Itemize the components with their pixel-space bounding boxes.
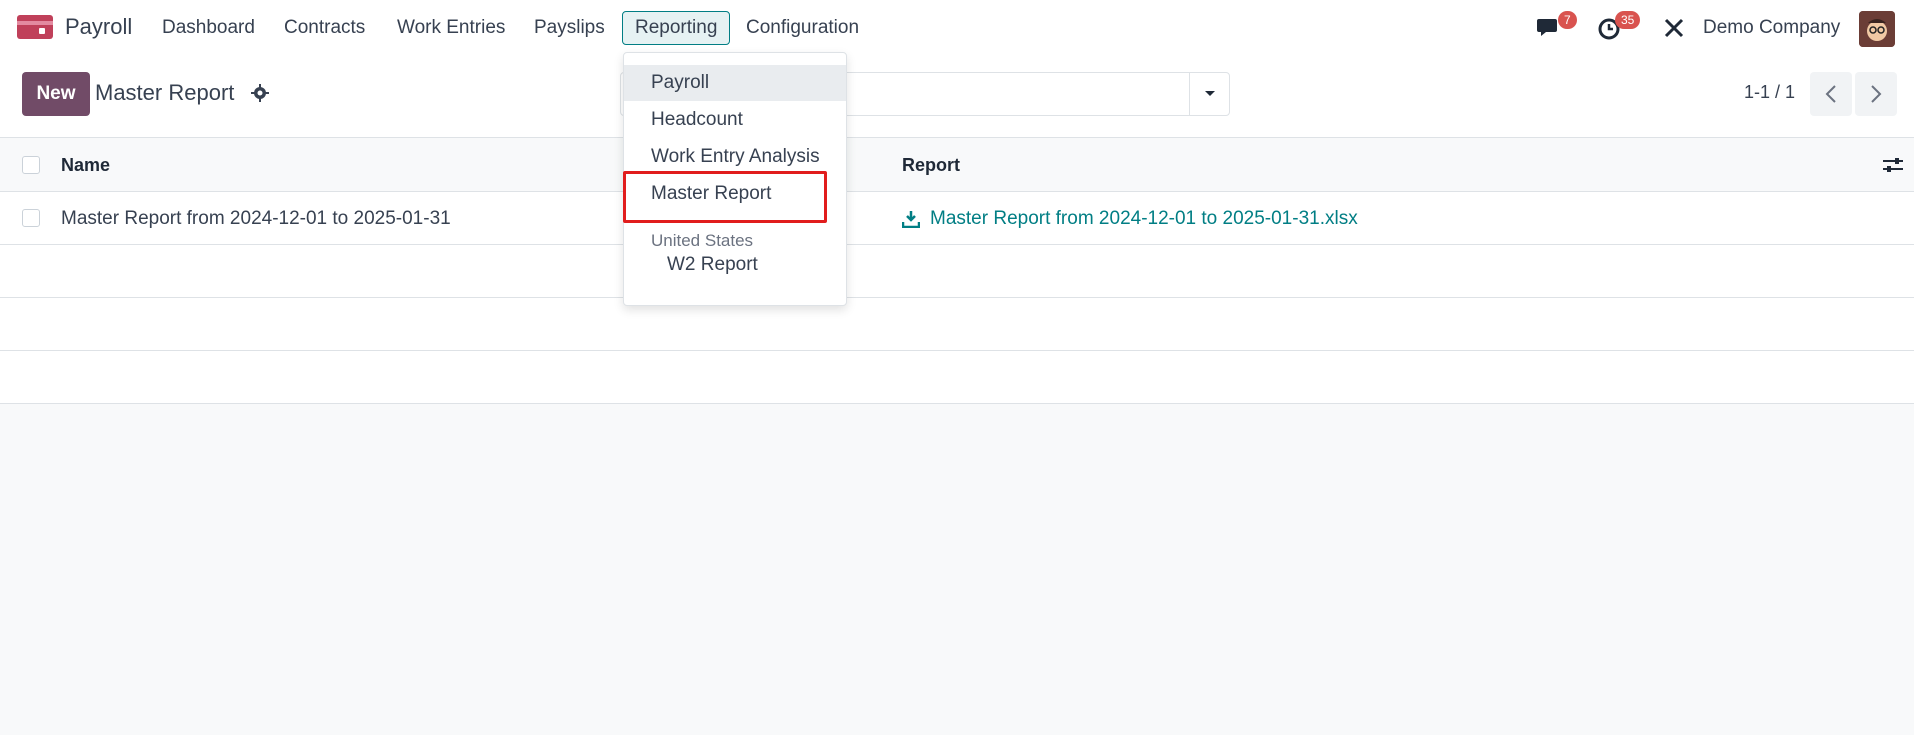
dropdown-item-w2-report[interactable]: W2 Report <box>624 247 846 283</box>
pager-value[interactable]: 1-1 / 1 <box>1744 82 1795 103</box>
highlight-annotation <box>623 171 827 223</box>
menu-contracts[interactable]: Contracts <box>284 17 365 39</box>
report-file-name[interactable]: Master Report from 2024-12-01 to 2025-01… <box>930 208 1358 230</box>
user-avatar[interactable] <box>1859 11 1895 47</box>
optional-columns-icon[interactable] <box>1882 155 1904 175</box>
empty-row <box>0 298 1914 351</box>
dropdown-item-work-entry-analysis[interactable]: Work Entry Analysis <box>624 139 846 175</box>
dropdown-item-payroll[interactable]: Payroll <box>624 65 846 101</box>
empty-row <box>0 351 1914 404</box>
menu-configuration[interactable]: Configuration <box>746 17 859 39</box>
table-row[interactable]: Master Report from 2024-12-01 to 2025-01… <box>0 192 1914 245</box>
menu-dashboard[interactable]: Dashboard <box>162 17 255 39</box>
breadcrumb: Master Report <box>95 80 235 105</box>
top-navbar: Payroll Dashboard Contracts Work Entries… <box>0 0 1914 56</box>
pager-previous-button[interactable] <box>1810 72 1852 116</box>
column-header-name[interactable]: Name <box>61 155 110 176</box>
chevron-right-icon <box>1871 85 1882 103</box>
chevron-left-icon <box>1825 85 1836 103</box>
pager-next-button[interactable] <box>1855 72 1897 116</box>
download-icon <box>902 211 920 228</box>
payroll-app-icon[interactable] <box>17 15 53 39</box>
company-switcher[interactable]: Demo Company <box>1703 17 1840 39</box>
messages-badge: 7 <box>1558 11 1577 29</box>
app-name[interactable]: Payroll <box>65 14 132 40</box>
menu-work-entries[interactable]: Work Entries <box>397 17 505 39</box>
empty-row <box>0 245 1914 298</box>
avatar-face-icon <box>1859 11 1895 47</box>
menu-reporting[interactable]: Reporting <box>622 11 731 45</box>
control-panel: New Master Report 1-1 / 1 <box>0 56 1914 138</box>
row-report-link[interactable]: Master Report from 2024-12-01 to 2025-01… <box>902 208 1358 230</box>
activities-badge: 35 <box>1615 11 1641 29</box>
row-name-cell[interactable]: Master Report from 2024-12-01 to 2025-01… <box>61 208 451 230</box>
gear-icon[interactable] <box>251 84 269 102</box>
caret-down-icon <box>1204 91 1215 96</box>
dropdown-item-headcount[interactable]: Headcount <box>624 102 846 138</box>
list-view: Name Report Master Report from 2024-12-0… <box>0 138 1914 404</box>
row-checkbox[interactable] <box>22 209 40 227</box>
column-header-report[interactable]: Report <box>902 155 960 176</box>
menu-payslips[interactable]: Payslips <box>534 17 605 39</box>
search-options-toggle[interactable] <box>1189 73 1229 115</box>
debug-tools-icon[interactable] <box>1662 16 1688 40</box>
list-header: Name Report <box>0 138 1914 192</box>
select-all-checkbox[interactable] <box>22 156 40 174</box>
new-button[interactable]: New <box>22 72 90 116</box>
